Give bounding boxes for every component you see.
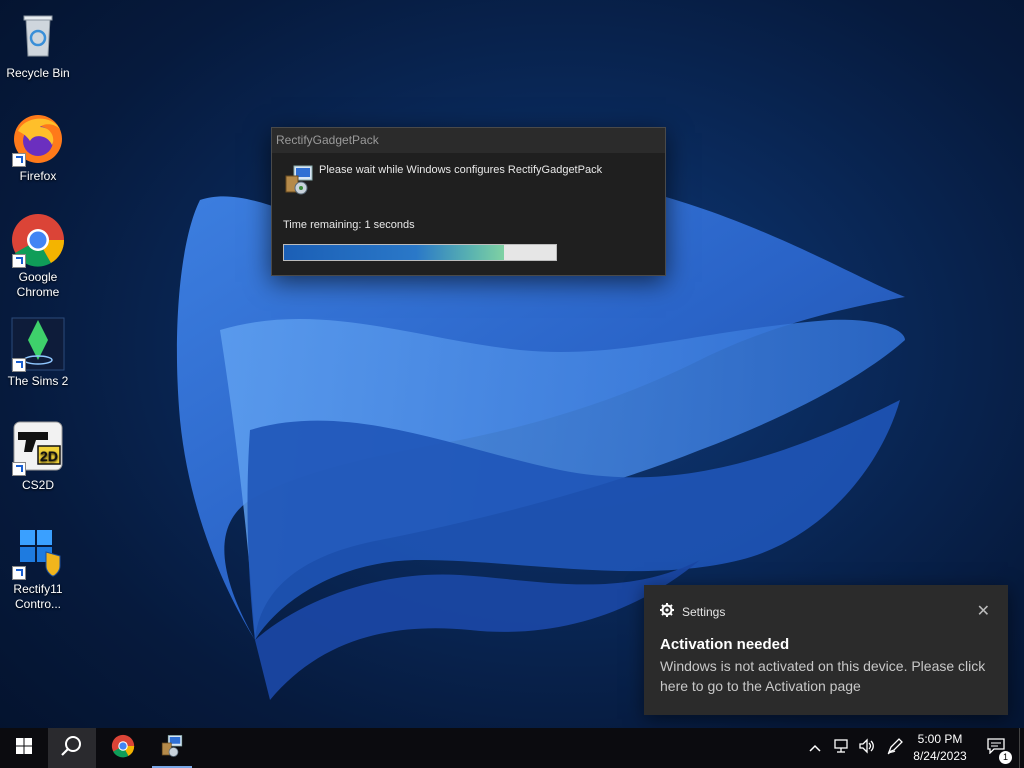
desktop-icon-label-line2: Chrome [16, 285, 60, 299]
installer-titlebar[interactable]: RectifyGadgetPack [272, 128, 665, 153]
start-button[interactable] [0, 728, 48, 768]
system-tray [806, 728, 910, 768]
shortcut-arrow-icon [12, 358, 26, 372]
installer-message: Please wait while Windows configures Rec… [319, 164, 603, 176]
cs2d-icon: 2D [10, 420, 66, 476]
shortcut-arrow-icon [12, 566, 26, 580]
desktop-icon-label: Firefox [19, 169, 57, 183]
notification-count-badge: 1 [999, 750, 1012, 764]
shortcut-arrow-icon [12, 153, 26, 167]
desktop-icon-label-line2: Contro... [14, 597, 62, 611]
search-button[interactable] [48, 728, 96, 768]
notification-icon: 1 [987, 737, 1012, 764]
volume-icon[interactable] [854, 737, 880, 759]
toast-title: Activation needed [660, 636, 790, 653]
toast-app-name: Settings [682, 604, 726, 619]
chrome-taskbar-button[interactable] [99, 728, 147, 768]
recycle-bin-icon [10, 8, 66, 64]
svg-text:2D: 2D [40, 448, 58, 464]
desktop-icon-label: CS2D [21, 478, 54, 492]
desktop-icon-label: Recycle Bin [6, 66, 70, 80]
activation-toast[interactable]: Settings ✕ Activation needed Windows is … [644, 585, 1008, 715]
toast-body[interactable]: Windows is not activated on this device.… [660, 656, 990, 696]
clock-date: 8/24/2023 [913, 749, 967, 763]
installer-dialog[interactable]: RectifyGadgetPack Please wait while Wind… [271, 127, 666, 276]
search-icon [61, 735, 83, 762]
installer-package-icon [284, 164, 314, 196]
toast-app-header: Settings [660, 603, 725, 620]
show-desktop-button[interactable] [1019, 728, 1024, 768]
notification-center-button[interactable]: 1 [976, 728, 1016, 768]
taskbar: 5:00 PM 8/24/2023 1 [0, 728, 1024, 768]
desktop-icon-label: The Sims 2 [7, 374, 69, 388]
network-icon[interactable] [828, 738, 854, 759]
installer-time-remaining: Time remaining: 1 seconds [283, 219, 415, 231]
desktop-icon-cs2d[interactable]: 2D CS2D [2, 420, 74, 493]
installer-taskbar-button[interactable] [148, 728, 196, 768]
rectify11-icon [10, 524, 66, 580]
desktop-icon-rectify11-control[interactable]: Rectify11 Contro... [2, 524, 74, 612]
gear-icon [660, 603, 674, 620]
taskbar-clock[interactable]: 5:00 PM 8/24/2023 [905, 731, 975, 765]
installer-package-icon [160, 734, 184, 763]
shortcut-arrow-icon [12, 254, 26, 268]
desktop-icon-recycle-bin[interactable]: Recycle Bin [2, 8, 74, 81]
desktop-icon-label-line1: Rectify11 [13, 582, 63, 596]
close-icon[interactable]: ✕ [977, 601, 990, 621]
shortcut-arrow-icon [12, 462, 26, 476]
installer-progress-bar [283, 244, 557, 261]
desktop-icon-firefox[interactable]: Firefox [2, 111, 74, 184]
chevron-up-icon[interactable] [806, 739, 824, 757]
firefox-icon [10, 111, 66, 167]
chrome-icon [111, 734, 135, 763]
windows-logo-icon [16, 737, 32, 759]
chrome-icon [10, 212, 66, 268]
desktop-icon-google-chrome[interactable]: Google Chrome [2, 212, 74, 300]
desktop-icon-the-sims-2[interactable]: The Sims 2 [2, 316, 74, 389]
desktop-icon-label-line1: Google [18, 270, 58, 284]
sims2-icon [10, 316, 66, 372]
installer-title: RectifyGadgetPack [276, 133, 379, 147]
installer-progress-fill [284, 245, 505, 260]
clock-time: 5:00 PM [917, 732, 963, 746]
